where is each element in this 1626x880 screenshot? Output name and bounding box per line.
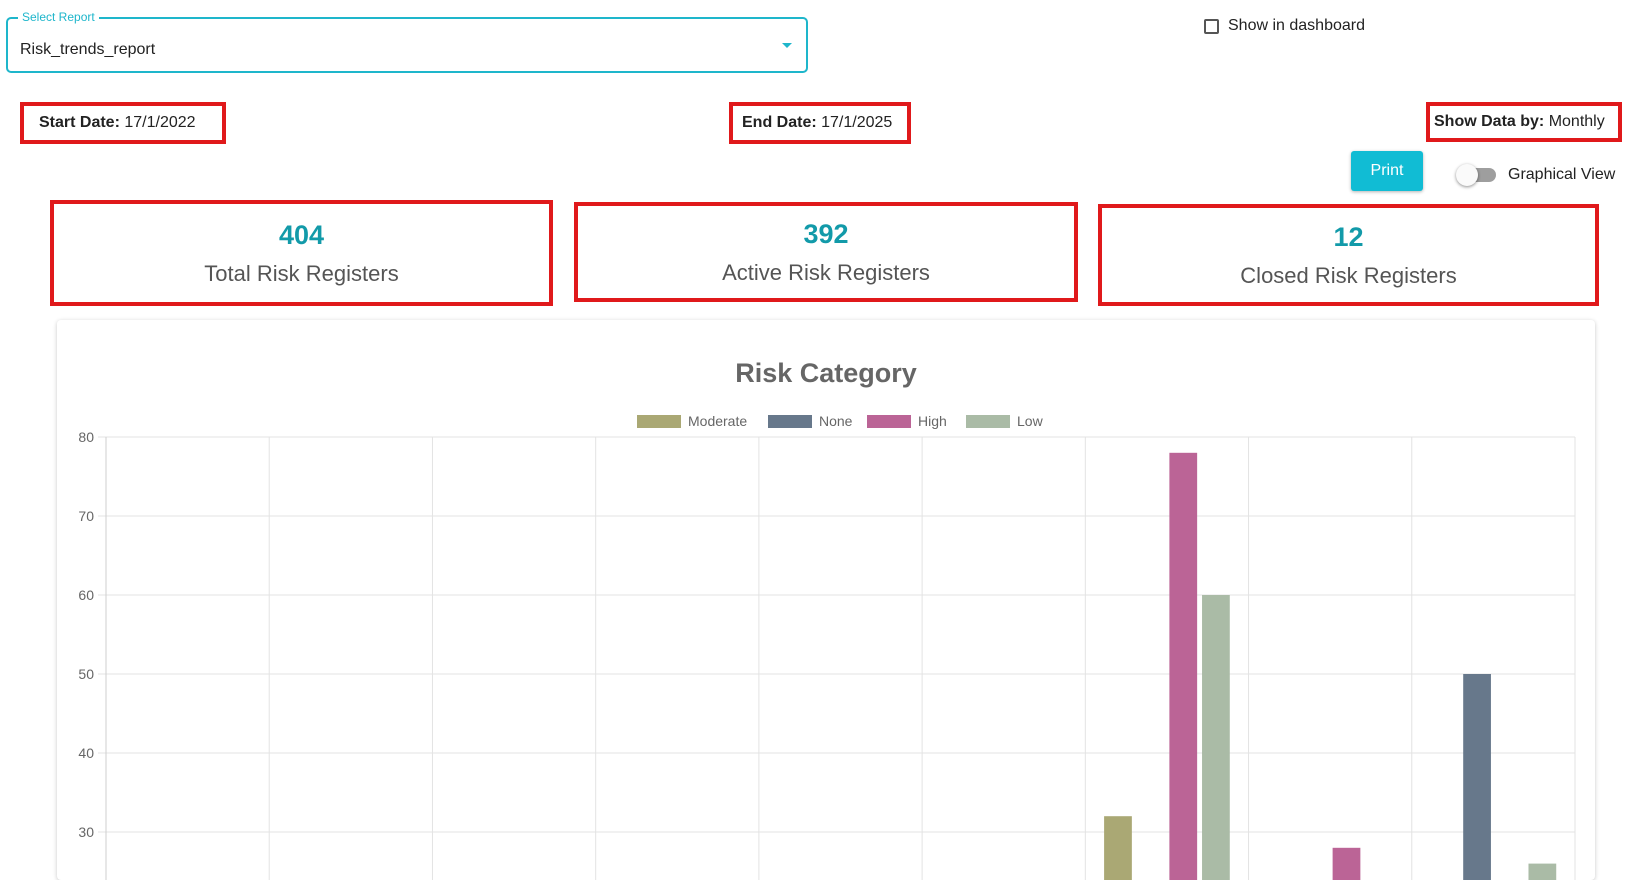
y-tick-label: 50 — [78, 666, 94, 682]
bar-high — [1332, 847, 1361, 880]
toggle-switch[interactable] — [1456, 164, 1496, 186]
bar-high — [1169, 452, 1198, 880]
legend-swatch-low — [966, 415, 1010, 428]
y-tick-label: 80 — [78, 429, 94, 445]
print-button[interactable]: Print — [1351, 151, 1423, 191]
start-date-text: Start Date: 17/1/2022 — [39, 114, 196, 132]
active-risk-registers-card: 392 Active Risk Registers — [574, 202, 1078, 302]
show-data-by-text: Show Data by: Monthly — [1434, 113, 1605, 131]
select-report-value: Risk_trends_report — [20, 41, 156, 58]
bar-none — [1463, 674, 1491, 880]
show-data-by-label: Show Data by: — [1434, 113, 1545, 130]
y-tick-label: 70 — [78, 508, 94, 524]
legend-label-low: Low — [1017, 413, 1044, 429]
legend-label-moderate: Moderate — [688, 413, 747, 429]
start-date-label: Start Date: — [39, 114, 120, 131]
risk-category-chart: Risk Category Moderate None High Low 80 70 60 50… — [78, 358, 1576, 880]
graphical-view-toggle[interactable]: Graphical View — [1456, 164, 1616, 186]
active-risk-registers-label: Active Risk Registers — [722, 259, 930, 285]
closed-risk-registers-value: 12 — [1333, 221, 1364, 252]
toggle-knob[interactable] — [1456, 164, 1478, 186]
bar-moderate — [1104, 816, 1132, 880]
legend-swatch-high — [867, 415, 911, 428]
chart-title: Risk Category — [735, 358, 917, 388]
end-date-text: End Date: 17/1/2025 — [742, 114, 892, 132]
show-in-dashboard-label: Show in dashboard — [1228, 17, 1365, 34]
start-date-box: Start Date: 17/1/2022 — [20, 102, 226, 144]
end-date-box: End Date: 17/1/2025 — [729, 102, 911, 144]
graphical-view-label: Graphical View — [1508, 166, 1616, 183]
show-data-by-box: Show Data by: Monthly — [1426, 102, 1622, 142]
y-tick-label: 40 — [78, 745, 94, 761]
select-report-label: Select Report — [18, 10, 99, 24]
closed-risk-registers-label: Closed Risk Registers — [1240, 262, 1457, 288]
active-risk-registers-value: 392 — [803, 218, 849, 249]
bar-low — [1528, 863, 1557, 880]
bar-low — [1202, 595, 1230, 880]
y-tick-label: 30 — [78, 824, 94, 840]
y-tick-label: 60 — [78, 587, 94, 603]
total-risk-registers-value: 404 — [278, 219, 325, 250]
legend-swatch-none — [768, 415, 812, 428]
select-report-dropdown[interactable]: Select Report Risk_trends_report — [6, 10, 808, 73]
show-in-dashboard-checkbox[interactable]: Show in dashboard — [1204, 17, 1365, 35]
risk-category-chart-card: Risk Category Moderate None High Low 80 70 60 50… — [57, 320, 1595, 880]
closed-risk-registers-card: 12 Closed Risk Registers — [1098, 204, 1599, 306]
start-date-value: 17/1/2022 — [124, 114, 196, 131]
total-risk-registers-card: 404 Total Risk Registers — [50, 200, 553, 306]
legend-label-high: High — [918, 413, 947, 429]
legend-swatch-moderate — [637, 415, 681, 428]
show-data-by-value: Monthly — [1548, 113, 1605, 130]
end-date-label: End Date: — [742, 114, 817, 131]
total-risk-registers-label: Total Risk Registers — [204, 260, 399, 286]
caret-down-icon[interactable] — [782, 43, 792, 48]
legend-label-none: None — [819, 413, 853, 429]
end-date-value: 17/1/2025 — [821, 114, 893, 131]
checkbox-icon[interactable] — [1204, 18, 1219, 34]
